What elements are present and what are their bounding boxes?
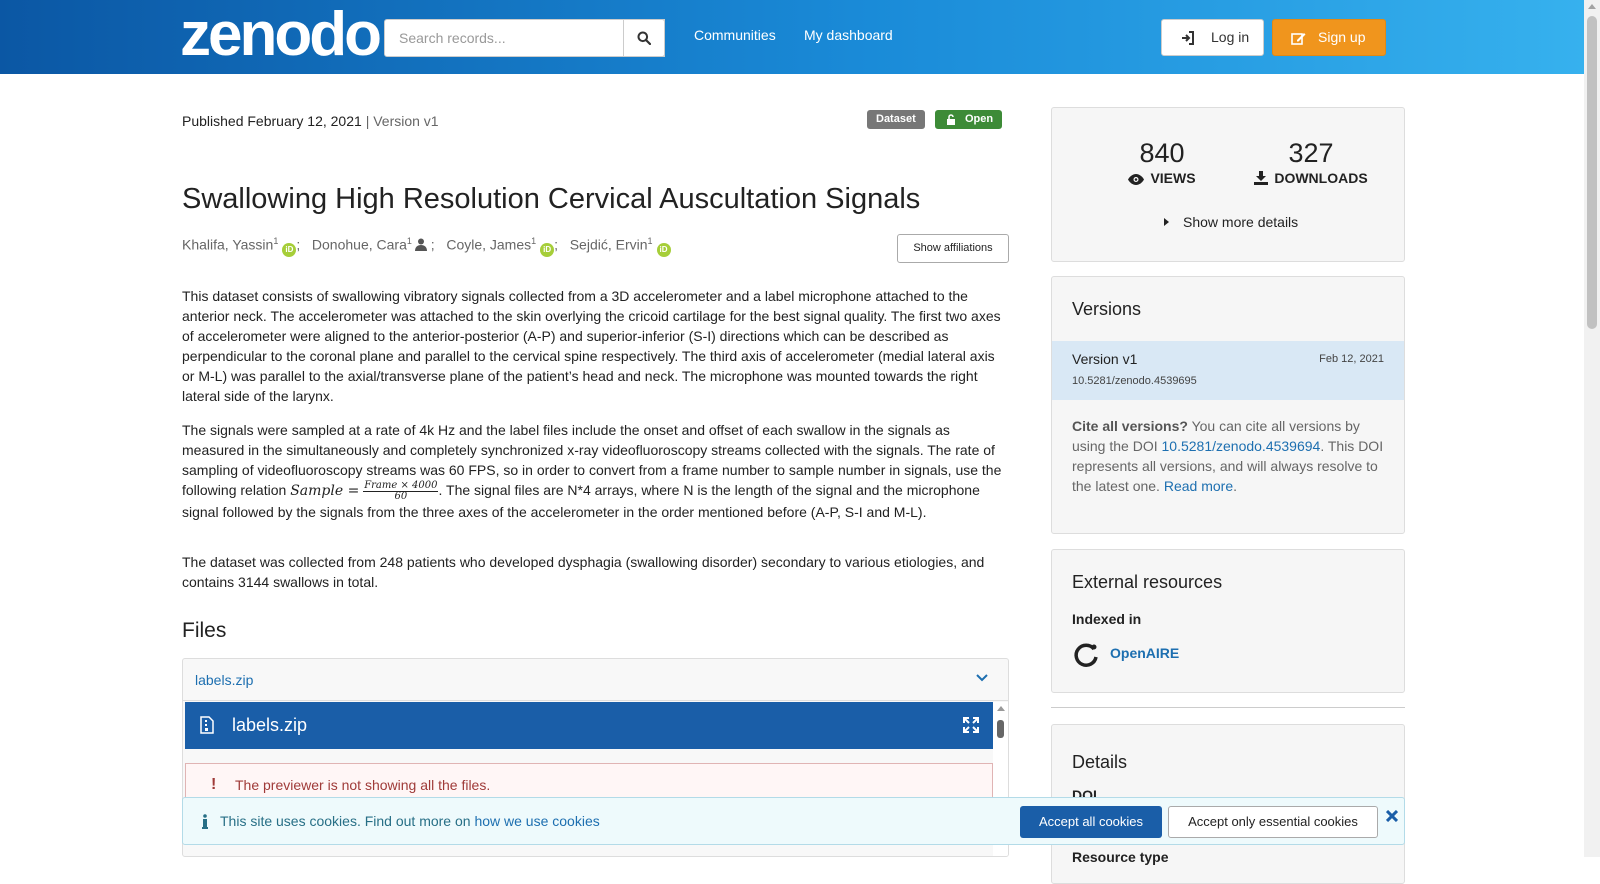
login-label: Log in	[1211, 29, 1250, 45]
orcid-icon[interactable]: iD	[282, 242, 297, 257]
read-more-link[interactable]: Read more	[1164, 478, 1233, 494]
downloads-stat: 327 DOWNLOADS	[1246, 138, 1376, 186]
author-separator: ;	[430, 236, 435, 253]
resource-type-label: Resource type	[1072, 849, 1169, 865]
show-affiliations-button[interactable]: Show affiliations	[897, 234, 1009, 263]
preview-header: labels.zip	[185, 702, 993, 749]
eye-icon	[1128, 174, 1145, 185]
description-paragraph-2: The signals were sampled at a rate of 4k…	[182, 420, 1005, 522]
chevron-down-icon[interactable]	[976, 674, 988, 682]
author-name[interactable]: Khalifa, Yassin	[182, 237, 273, 253]
affiliation-number: 1	[531, 236, 537, 246]
close-icon[interactable]	[1386, 810, 1398, 822]
unlock-icon	[947, 114, 955, 125]
signup-button[interactable]: Sign up	[1272, 19, 1386, 56]
version-name[interactable]: Version v1	[1072, 351, 1137, 367]
cookie-banner: This site uses cookies. Find out more on…	[182, 797, 1405, 845]
openaire-link[interactable]: OpenAIRE	[1110, 645, 1179, 661]
author-name[interactable]: Coyle, James	[446, 237, 531, 253]
description-paragraph-3: The dataset was collected from 248 patie…	[182, 554, 985, 590]
views-stat: 840 VIEWS	[1112, 138, 1212, 186]
caret-right-icon	[1164, 218, 1169, 226]
page-scrollbar[interactable]	[1584, 0, 1600, 857]
views-label-text: VIEWS	[1150, 170, 1196, 186]
version-date: Feb 12, 2021	[1319, 353, 1384, 365]
file-selector[interactable]: labels.zip	[183, 659, 1008, 701]
author-name[interactable]: Donohue, Cara	[312, 237, 407, 253]
record-title: Swallowing High Resolution Cervical Ausc…	[182, 183, 921, 215]
versions-title: Versions	[1072, 299, 1142, 319]
access-label: Open	[965, 113, 994, 125]
orcid-icon[interactable]: iD	[540, 242, 555, 257]
accept-all-cookies-button[interactable]: Accept all cookies	[1020, 806, 1162, 838]
downloads-label-text: DOWNLOADS	[1274, 170, 1368, 186]
publication-info: Published February 12, 2021 | Version v1	[182, 113, 439, 129]
description-paragraph-1: This dataset consists of swallowing vibr…	[182, 288, 1001, 404]
external-resources-title: External resources	[1072, 572, 1223, 592]
top-navbar: zenodo Search records... Communities My …	[0, 0, 1584, 74]
cite-all-versions: Cite all versions? You can cite all vers…	[1072, 416, 1390, 496]
fullscreen-icon[interactable]	[963, 717, 979, 733]
formula-denominator: 60	[394, 490, 408, 502]
access-badge: Open	[935, 110, 1003, 129]
stats-panel: 840 VIEWS 327 DOWNLOADS Show more detail…	[1051, 107, 1405, 262]
nav-my-dashboard[interactable]: My dashboard	[804, 27, 893, 43]
accept-essential-cookies-button[interactable]: Accept only essential cookies	[1168, 806, 1378, 838]
file-archive-icon	[200, 716, 214, 734]
preview-title: labels.zip	[232, 715, 308, 735]
version-label: Version v1	[373, 113, 439, 129]
sidebar-divider	[1051, 707, 1405, 708]
affiliation-number: 1	[273, 236, 279, 246]
cookie-text: This site uses cookies. Find out more on	[220, 813, 475, 829]
affiliation-number: 1	[647, 236, 653, 246]
author-separator: ;	[554, 236, 559, 253]
scrollbar-thumb[interactable]	[997, 720, 1004, 738]
views-label: VIEWS	[1112, 170, 1212, 186]
cookie-policy-link[interactable]: how we use cookies	[474, 813, 599, 829]
nav-communities[interactable]: Communities	[694, 27, 776, 43]
edit-icon	[1291, 33, 1306, 45]
formula-fraction: Frame × 4000 60	[363, 480, 439, 502]
views-count: 840	[1139, 138, 1185, 168]
author-name[interactable]: Sejdić, Ervin	[570, 237, 648, 253]
show-more-label: Show more details	[1183, 214, 1299, 230]
orcid-icon[interactable]: iD	[656, 242, 671, 257]
files-heading: Files	[182, 619, 227, 642]
cite-end: .	[1233, 478, 1237, 494]
scroll-up-arrow[interactable]	[997, 706, 1005, 711]
version-item[interactable]: Version v1 10.5281/zenodo.4539695 Feb 12…	[1052, 341, 1404, 400]
search-icon	[637, 31, 651, 45]
cookie-message: This site uses cookies. Find out more on…	[220, 813, 600, 829]
details-title: Details	[1072, 752, 1128, 772]
info-icon	[202, 814, 208, 829]
download-icon	[1254, 171, 1269, 185]
version-doi: 10.5281/zenodo.4539695	[1072, 375, 1197, 387]
author-separator: ;	[296, 236, 301, 253]
resource-type-badge: Dataset	[867, 110, 925, 129]
search-button[interactable]	[623, 19, 665, 57]
indexed-in-label: Indexed in	[1072, 611, 1142, 627]
external-resources-panel: External resources Indexed in OpenAIRE	[1051, 549, 1405, 693]
scrollbar-thumb[interactable]	[1587, 16, 1597, 329]
affiliation-number: 1	[406, 236, 412, 246]
zenodo-logo[interactable]: zenodo	[180, 2, 382, 68]
warning-text: The previewer is not showing all the fil…	[235, 777, 491, 793]
login-button[interactable]: Log in	[1161, 19, 1264, 56]
person-icon	[414, 238, 427, 251]
versions-panel: Versions Version v1 10.5281/zenodo.45396…	[1051, 276, 1405, 534]
openaire-icon	[1074, 643, 1098, 667]
formula-lhs: Sample =	[290, 483, 360, 499]
scroll-up-arrow[interactable]	[1588, 4, 1596, 9]
sign-in-icon	[1182, 31, 1194, 45]
downloads-label: DOWNLOADS	[1246, 170, 1376, 186]
version-separator: |	[365, 113, 370, 129]
selected-file-name[interactable]: labels.zip	[195, 672, 253, 688]
signup-label: Sign up	[1318, 29, 1366, 45]
show-more-details-toggle[interactable]: Show more details	[1164, 214, 1298, 230]
cite-heading: Cite all versions?	[1072, 418, 1188, 434]
author-list: Khalifa, Yassin1iD; Donohue, Cara1 ; Coy…	[182, 236, 671, 257]
published-date: Published February 12, 2021	[182, 113, 362, 129]
downloads-count: 327	[1288, 138, 1334, 168]
concept-doi-link[interactable]: 10.5281/zenodo.4539694	[1162, 438, 1321, 454]
